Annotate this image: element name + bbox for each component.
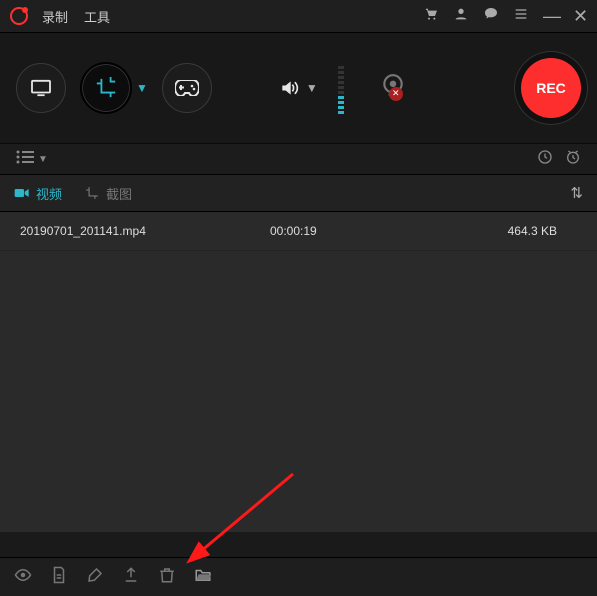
file-size: 464.3 KB — [420, 224, 577, 238]
folder-icon — [194, 566, 212, 584]
window-controls: — ✕ — [423, 6, 589, 27]
speaker-icon — [278, 78, 300, 98]
crop-icon — [84, 186, 100, 200]
region-mode-button[interactable] — [80, 62, 132, 114]
eye-icon — [14, 566, 32, 584]
user-icon[interactable] — [453, 6, 469, 27]
upload-icon — [122, 566, 140, 584]
game-mode-button[interactable] — [162, 63, 212, 113]
upload-button[interactable] — [122, 566, 140, 589]
webcam-control[interactable]: ✕ — [380, 73, 406, 104]
record-button[interactable]: REC — [521, 58, 581, 118]
video-icon — [14, 186, 30, 200]
tab-video[interactable]: 视频 — [14, 184, 62, 203]
record-button-label: REC — [536, 80, 566, 96]
edit-button[interactable] — [86, 566, 104, 589]
minimize-button[interactable]: — — [543, 8, 559, 24]
chat-icon[interactable] — [483, 6, 499, 27]
preview-button[interactable] — [14, 566, 32, 589]
file-list: 20190701_201141.mp4 00:00:19 464.3 KB — [0, 212, 597, 532]
menu-tools[interactable]: 工具 — [84, 7, 110, 26]
main-menu: 录制 工具 — [42, 7, 110, 26]
app-logo-icon — [10, 7, 28, 25]
list-options-row: ▼ — [0, 144, 597, 175]
chevron-down-icon[interactable]: ▼ — [306, 81, 318, 95]
title-bar: 录制 工具 — ✕ — [0, 0, 597, 33]
tab-screenshot-label: 截图 — [106, 184, 132, 203]
list-view-toggle[interactable] — [16, 150, 34, 169]
brush-icon — [86, 566, 104, 584]
menu-lines-icon[interactable] — [513, 6, 529, 27]
disabled-badge-icon: ✕ — [389, 87, 403, 101]
file-name: 20190701_201141.mp4 — [20, 224, 270, 238]
rename-button[interactable] — [50, 566, 68, 589]
schedule-icons — [537, 149, 581, 170]
audio-meter — [338, 62, 344, 114]
file-duration: 00:00:19 — [270, 224, 420, 238]
sort-button[interactable]: ⇅ — [570, 184, 583, 202]
chevron-down-icon[interactable]: ▼ — [38, 154, 48, 165]
mode-toolbar: ▼ ▼ ✕ REC — [0, 33, 597, 144]
bottom-toolbar — [0, 557, 597, 596]
tabs-row: 视频 截图 ⇅ — [0, 175, 597, 212]
chevron-down-icon[interactable]: ▼ — [136, 81, 148, 95]
cart-icon[interactable] — [423, 6, 439, 27]
screen-mode-button[interactable] — [16, 63, 66, 113]
trash-icon — [158, 566, 176, 584]
close-button[interactable]: ✕ — [573, 8, 589, 24]
audio-control[interactable]: ▼ — [278, 62, 344, 114]
menu-record[interactable]: 录制 — [42, 7, 68, 26]
app-window: 录制 工具 — ✕ ▼ ▼ — [0, 0, 597, 596]
alarm-icon[interactable] — [565, 149, 581, 170]
file-row[interactable]: 20190701_201141.mp4 00:00:19 464.3 KB — [0, 212, 597, 251]
clock-icon[interactable] — [537, 149, 553, 170]
file-icon — [50, 566, 68, 584]
region-mode-group[interactable]: ▼ — [80, 62, 148, 114]
open-folder-button[interactable] — [194, 566, 212, 589]
delete-button[interactable] — [158, 566, 176, 589]
tab-video-label: 视频 — [36, 184, 62, 203]
tab-screenshot[interactable]: 截图 — [84, 184, 132, 203]
